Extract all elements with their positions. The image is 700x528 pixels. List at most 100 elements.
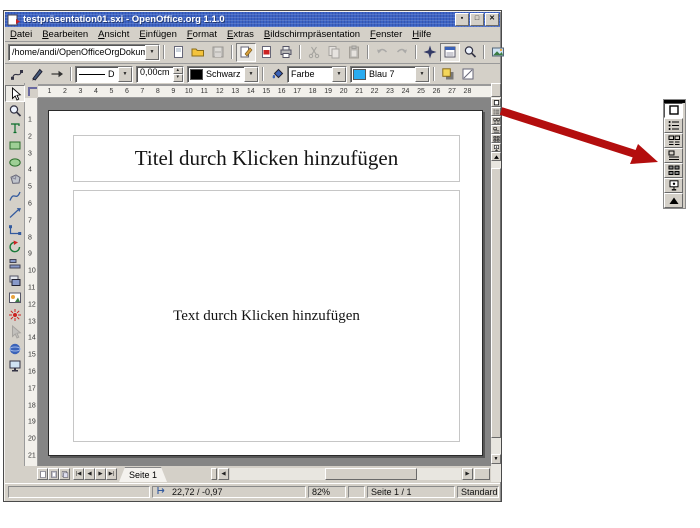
- scroll-up-button[interactable]: [664, 193, 683, 208]
- close-button[interactable]: ✕: [485, 13, 499, 26]
- line-style-combobox[interactable]: D ▼: [75, 66, 133, 83]
- rectangle-tool-button[interactable]: [5, 136, 25, 153]
- body-placeholder[interactable]: Text durch Klicken hinzufügen: [73, 190, 460, 442]
- lines-arrows-tool-button[interactable]: [5, 204, 25, 221]
- ellipse-tool-button[interactable]: [5, 153, 25, 170]
- effects-tool-button[interactable]: [5, 306, 25, 323]
- vertical-scrollbar-thumb[interactable]: [491, 168, 501, 438]
- menu-bildschirmpräsentation[interactable]: Bildschirmpräsentation: [259, 29, 365, 40]
- status-page-indicator[interactable]: Seite 1 / 1: [367, 486, 455, 498]
- menu-format[interactable]: Format: [182, 29, 222, 40]
- zoom-button[interactable]: [460, 43, 480, 62]
- title-placeholder[interactable]: Titel durch Klicken hinzufügen: [73, 135, 460, 182]
- url-dropdown-icon[interactable]: ▼: [145, 45, 159, 60]
- menu-ansicht[interactable]: Ansicht: [93, 29, 134, 40]
- scrollbar-resize-corner[interactable]: [474, 468, 490, 480]
- minimize-button[interactable]: ▪: [455, 13, 469, 26]
- layer-view-button[interactable]: [59, 468, 70, 480]
- spin-up-icon[interactable]: ▴: [173, 67, 183, 75]
- menu-datei[interactable]: Datei: [5, 29, 37, 40]
- url-combobox[interactable]: /home/andi/OpenOfficeOrgDokumente/Op ▼: [8, 44, 160, 61]
- slide-view-button[interactable]: [664, 133, 683, 148]
- menu-hilfe[interactable]: Hilfe: [407, 29, 436, 40]
- interaction-tool-button[interactable]: [5, 323, 25, 340]
- line-width-spinner[interactable]: 0,00cm ▴ ▾: [136, 66, 184, 83]
- connector-tool-button[interactable]: [5, 221, 25, 238]
- cut-button[interactable]: [304, 43, 324, 62]
- first-page-button[interactable]: |◀: [73, 468, 84, 480]
- hscroll-right-button[interactable]: ▶: [462, 468, 473, 480]
- start-presentation-button[interactable]: [664, 178, 683, 193]
- undo-button[interactable]: [372, 43, 392, 62]
- text-tool-button[interactable]: [5, 119, 25, 136]
- status-cursor-position[interactable]: 22,72 / -0,97: [152, 486, 306, 498]
- export-pdf-button[interactable]: [256, 43, 276, 62]
- spin-down-icon[interactable]: ▾: [173, 74, 183, 82]
- last-page-button[interactable]: ▶|: [106, 468, 117, 480]
- page-view-button[interactable]: [37, 468, 48, 480]
- edit-file-button[interactable]: [236, 43, 256, 62]
- objects3d-tool-button[interactable]: [5, 170, 25, 187]
- insert-tool-button[interactable]: [5, 289, 25, 306]
- outline-view-button[interactable]: [664, 118, 683, 133]
- hscroll-left-button[interactable]: ◀: [218, 468, 229, 480]
- notes-view-button-small[interactable]: [491, 125, 501, 134]
- slide-canvas[interactable]: Titel durch Klicken hinzufügen Text durc…: [38, 98, 491, 466]
- curve-tool-button[interactable]: [5, 187, 25, 204]
- area-color-combobox[interactable]: Blau 7 ▼: [350, 66, 430, 83]
- shadow-button[interactable]: [438, 65, 458, 84]
- open-document-button[interactable]: [188, 43, 208, 62]
- area-color-dropdown-icon[interactable]: ▼: [415, 67, 429, 82]
- paste-button[interactable]: [344, 43, 364, 62]
- page-tab[interactable]: Seite 1: [119, 467, 167, 482]
- edit-points-button[interactable]: [7, 65, 27, 84]
- slide-view-button-small[interactable]: [491, 116, 501, 125]
- new-document-button[interactable]: [168, 43, 188, 62]
- notes-view-button[interactable]: [664, 148, 683, 163]
- arrange-tool-button[interactable]: [5, 272, 25, 289]
- line-color-dropdown-icon[interactable]: ▼: [244, 67, 258, 82]
- area-dialog-button[interactable]: [267, 65, 287, 84]
- presentation-tool-button[interactable]: [5, 357, 25, 374]
- scroll-up-button-small[interactable]: [491, 152, 501, 161]
- outline-view-button-small[interactable]: [491, 107, 501, 116]
- line-color-combobox[interactable]: Schwarz ▼: [187, 66, 259, 83]
- tab-splitter[interactable]: [211, 468, 217, 480]
- print-file-button[interactable]: [276, 43, 296, 62]
- stylist-button[interactable]: [440, 43, 460, 62]
- scroll-corner-button[interactable]: [491, 83, 501, 97]
- arrow-style-button[interactable]: [47, 65, 67, 84]
- redo-button[interactable]: [392, 43, 412, 62]
- status-template-name[interactable]: Standard: [457, 486, 499, 498]
- copy-button[interactable]: [324, 43, 344, 62]
- navigator-button[interactable]: [420, 43, 440, 62]
- save-document-button[interactable]: [208, 43, 228, 62]
- controller3d-tool-button[interactable]: [5, 340, 25, 357]
- status-zoom-level[interactable]: 82%: [308, 486, 346, 498]
- menu-fenster[interactable]: Fenster: [365, 29, 407, 40]
- select-tool-button[interactable]: [5, 85, 25, 102]
- line-dialog-button[interactable]: [27, 65, 47, 84]
- horizontal-scrollbar-thumb[interactable]: [325, 468, 417, 480]
- vertical-scrollbar[interactable]: ▼: [491, 83, 501, 482]
- gallery-button[interactable]: [488, 43, 508, 62]
- handout-view-button-small[interactable]: [491, 134, 501, 143]
- menu-einfügen[interactable]: Einfügen: [134, 29, 182, 40]
- line-style-dropdown-icon[interactable]: ▼: [118, 67, 132, 82]
- start-presentation-button-small[interactable]: [491, 143, 501, 152]
- rotate-tool-button[interactable]: [5, 238, 25, 255]
- menu-extras[interactable]: Extras: [222, 29, 259, 40]
- title-bar[interactable]: testpräsentation01.sxi - OpenOffice.org …: [5, 12, 500, 27]
- next-page-button[interactable]: ▶: [95, 468, 106, 480]
- zoom-tool-button[interactable]: [5, 102, 25, 119]
- vscroll-down-button[interactable]: ▼: [491, 454, 501, 464]
- area-style-dropdown-icon[interactable]: ▼: [332, 67, 346, 82]
- drawing-view-button-small[interactable]: [491, 98, 501, 107]
- maximize-button[interactable]: □: [470, 13, 484, 26]
- alignment-tool-button[interactable]: [5, 255, 25, 272]
- handout-view-button[interactable]: [664, 163, 683, 178]
- master-view-button[interactable]: [48, 468, 59, 480]
- effects-preview-button[interactable]: [458, 65, 478, 84]
- slide-page[interactable]: Titel durch Klicken hinzufügen Text durc…: [48, 110, 483, 456]
- area-style-combobox[interactable]: Farbe ▼: [287, 66, 347, 83]
